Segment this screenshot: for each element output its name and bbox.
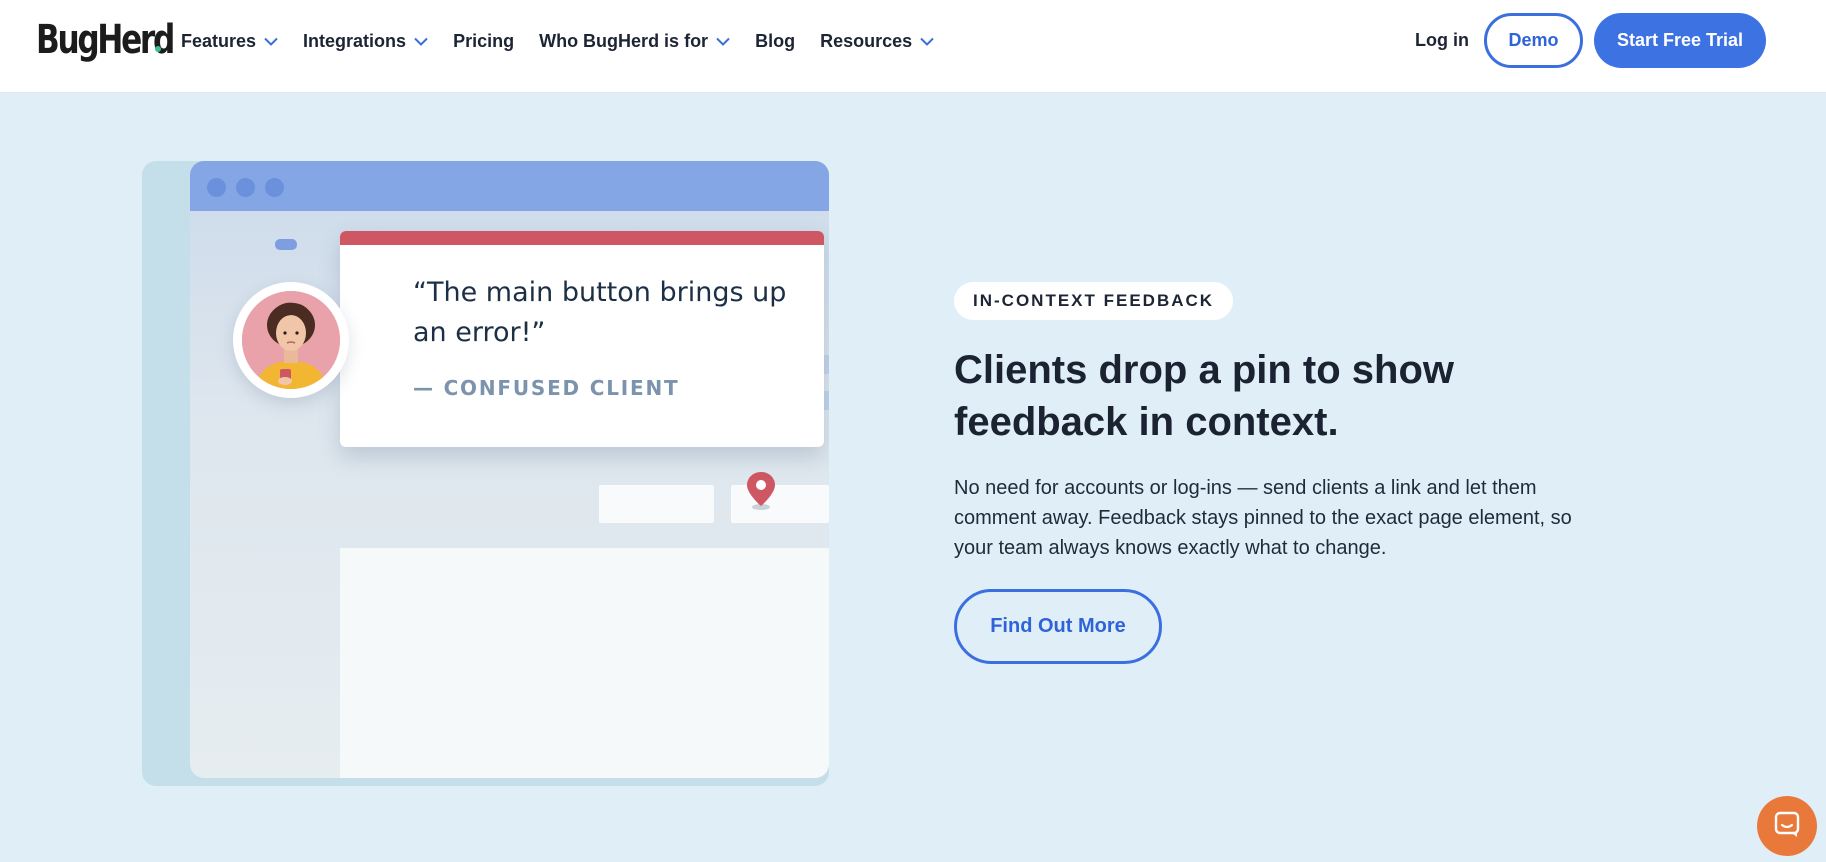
chevron-down-icon [920,37,934,46]
nav-item-features[interactable]: Features [181,31,278,52]
quote-attribution: — CONFUSED CLIENT [413,376,680,400]
chat-widget-button[interactable] [1757,796,1817,856]
nav-item-label: Integrations [303,30,407,51]
site-header: BugHerd Features Integrations Pricing Wh… [0,0,1826,93]
main-nav: Features Integrations Pricing Who BugHer… [181,28,959,54]
demo-button[interactable]: Demo [1484,13,1583,68]
avatar [242,291,340,389]
login-link[interactable]: Log in [1415,30,1469,51]
placeholder-pill [275,239,297,250]
window-dot [236,178,255,197]
feedback-illustration: “The main button brings up an error!” — … [142,161,829,786]
chevron-down-icon [264,37,278,46]
section-headline: Clients drop a pin to show feedback in c… [954,348,1454,444]
chevron-down-icon [716,37,730,46]
quote-card: “The main button brings up an error!” — … [340,231,824,447]
bugherd-logo[interactable]: BugHerd [36,18,175,62]
quote-text: “The main button brings up an error!” [413,277,787,348]
browser-titlebar [190,161,829,211]
nav-item-resources[interactable]: Resources [820,31,934,52]
nav-item-blog[interactable]: Blog [755,31,795,52]
start-free-trial-button[interactable]: Start Free Trial [1594,13,1766,68]
avatar-frame [233,282,349,398]
placeholder-content-area [340,548,829,778]
section-description: No need for accounts or log-ins — send c… [954,477,1572,559]
placeholder-input [599,485,714,523]
nav-item-label: Resources [820,30,913,51]
chat-icon [1773,810,1801,843]
nav-item-label: Features [181,30,257,51]
nav-item-integrations[interactable]: Integrations [303,31,428,52]
nav-item-label: Who BugHerd is for [539,30,709,51]
window-dot [207,178,226,197]
map-pin-icon [744,470,778,512]
find-out-more-button[interactable]: Find Out More [954,589,1162,664]
quote-card-accent [340,231,824,245]
nav-item-pricing[interactable]: Pricing [453,31,514,52]
browser-mockup: “The main button brings up an error!” — … [190,161,829,778]
logo-dot [155,46,161,52]
chevron-down-icon [414,37,428,46]
nav-item-label: Pricing [453,30,515,51]
section-badge: IN-CONTEXT FEEDBACK [954,282,1234,320]
window-dot [265,178,284,197]
nav-item-who-bugherd-is-for[interactable]: Who BugHerd is for [539,31,730,52]
nav-item-label: Blog [755,30,796,51]
